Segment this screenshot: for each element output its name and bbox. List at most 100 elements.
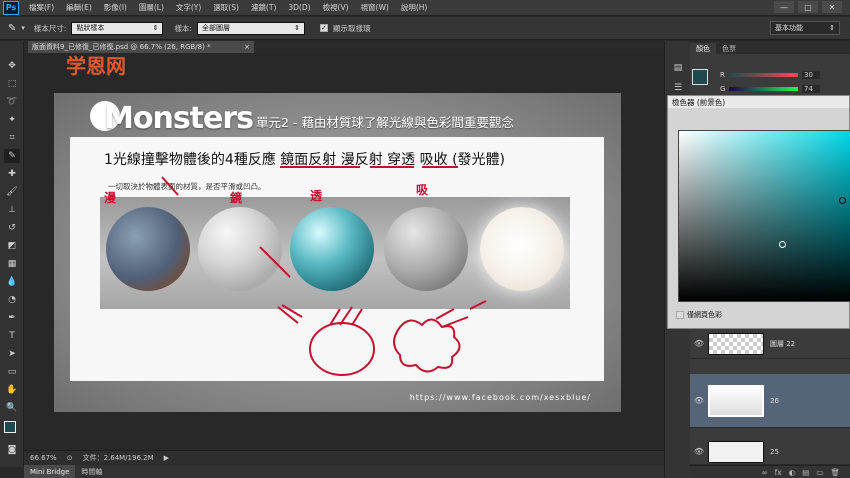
green-slider[interactable]: G 74 [720,85,820,93]
foreground-color-swatch[interactable] [4,421,16,433]
menu-help[interactable]: 說明(H) [395,2,434,13]
menu-type[interactable]: 文字(Y) [170,2,207,13]
workspace-select[interactable]: 基本功能 ⇕ [770,21,840,35]
menu-filter[interactable]: 濾鏡(T) [245,2,282,13]
tab-color[interactable]: 顏色 [690,43,716,54]
tab-swatches[interactable]: 色票 [716,43,742,54]
healing-brush-tool-icon[interactable]: ✚ [4,167,20,181]
close-icon[interactable]: × [244,43,250,51]
marquee-tool-icon[interactable]: ⬚ [4,77,20,91]
annotation-transmission: 透 [310,189,323,203]
eyedropper-tool-icon[interactable]: ✎ [4,149,20,163]
type-tool-icon[interactable]: T [4,329,20,343]
circle-annotation [309,322,375,376]
pen-tool-icon[interactable]: ✒ [4,311,20,325]
color-picker-dialog: 檢色器 (前景色) 僅網頁色彩 [667,95,850,329]
layer-row-selected[interactable]: 👁 26 [690,374,850,428]
menu-image[interactable]: 影像(I) [98,2,133,13]
new-group-icon[interactable]: ▤ [802,468,809,477]
eye-icon[interactable]: 👁 [690,447,708,456]
zoom-level[interactable]: 66.67% [30,454,57,462]
annotation-specular: 鏡 [230,191,243,205]
history-brush-tool-icon[interactable]: ↺ [4,221,20,235]
lesson-title: 單元2 - 藉由材質球了解光線與色彩間重要觀念 [256,115,514,130]
menu-window[interactable]: 視窗(W) [355,2,395,13]
menu-layer[interactable]: 圖層(L) [133,2,170,13]
menu-3d[interactable]: 3D(D) [282,3,316,12]
photoshop-window: Ps 檔案(F) 編輯(E) 影像(I) 圖層(L) 文字(Y) 選取(S) 濾… [0,0,850,478]
status-info-icon[interactable]: ⊙ [67,454,73,462]
layer-row[interactable]: 👁 25 [690,439,850,465]
only-web-colors-option[interactable]: 僅網頁色彩 [676,310,722,320]
clone-stamp-tool-icon[interactable]: ⊥ [4,203,20,217]
brush-tool-icon[interactable]: 🖌 [4,185,20,199]
color-field[interactable] [678,130,850,302]
gradient-tool-icon[interactable]: ▦ [4,257,20,271]
menu-edit[interactable]: 編輯(E) [60,2,98,13]
quick-mask-icon[interactable]: ◙ [4,443,20,457]
hue-slider-handle[interactable] [839,197,846,204]
file-size: 文件：2.64M/196.2M [82,454,154,462]
menu-select[interactable]: 選取(S) [207,2,245,13]
tool-preset-chevron-icon[interactable]: ▾ [21,24,25,32]
only-web-colors-checkbox[interactable] [676,311,684,319]
ps-logo-icon[interactable]: Ps [3,0,19,15]
dodge-tool-icon[interactable]: ◔ [4,293,20,307]
annotation-diffuse: 漫 [104,191,117,205]
zoom-tool-icon[interactable]: 🔍 [4,401,20,415]
red-value[interactable]: 30 [802,71,820,79]
sample-select[interactable]: 全部圖層 ⇕ [196,21,305,35]
eyedropper-icon[interactable]: ✎ [8,23,16,34]
history-panel-icon[interactable]: ▤ [670,61,686,75]
document-tab[interactable]: 版面資料9_已修復_已修復.psd @ 66.7% (26, RGB/8) * … [28,41,254,53]
tab-mini-bridge[interactable]: Mini Bridge [24,465,76,478]
menu-view[interactable]: 檢視(V) [317,2,355,13]
fx-icon[interactable]: fx [775,468,782,477]
green-value[interactable]: 74 [802,85,820,93]
chevron-down-icon: ⇕ [294,24,300,32]
new-layer-icon[interactable]: ▭ [816,468,823,477]
chevron-down-icon: ⇕ [829,24,835,32]
window-controls: — ▢ ✕ [774,1,842,13]
lasso-tool-icon[interactable]: ➰ [4,95,20,109]
color-field-cursor[interactable] [779,241,786,248]
layers-footer: ∞ fx ◐ ▤ ▭ 🗑 [690,465,850,478]
show-ring-label: 顯示取樣環 [332,23,371,33]
options-bar: ✎ ▾ 樣本尺寸: 點狀樣本 ⇕ 樣本: 全部圖層 ⇕ ✓ 顯示取樣環 基本功能 ⇕ [0,17,850,40]
magic-wand-tool-icon[interactable]: ✦ [4,113,20,127]
red-slider[interactable]: R 30 [720,71,820,79]
link-layers-icon[interactable]: ∞ [761,468,767,477]
tab-timeline[interactable]: 時間軸 [75,465,108,478]
arrow-annotation [259,246,291,278]
color-panel-tabs: 顏色 色票 [690,41,850,54]
layer-row[interactable]: 👁 圖層 22 [690,329,850,359]
status-menu-arrow-icon[interactable]: ▶ [164,454,169,462]
move-tool-icon[interactable]: ✥ [4,59,20,73]
maximize-button[interactable]: ▢ [798,1,818,13]
foreground-color-swatch[interactable] [692,69,708,85]
chevron-down-icon: ⇕ [152,24,159,32]
brand-logo: Monsters [104,101,254,136]
crop-tool-icon[interactable]: ⌗ [4,131,20,145]
bottom-panel-tabs: Mini Bridge 時間軸 [24,465,664,478]
path-selection-tool-icon[interactable]: ➤ [4,347,20,361]
delete-layer-icon[interactable]: 🗑 [830,468,840,477]
show-ring-checkbox[interactable]: ✓ [319,24,328,32]
burst-annotation [393,318,461,373]
eye-icon[interactable]: 👁 [690,339,708,348]
document-canvas[interactable]: Monsters 單元2 - 藉由材質球了解光線與色彩間重要觀念 1光線撞擊物體… [54,93,621,412]
shape-tool-icon[interactable]: ▭ [4,365,20,379]
minimize-button[interactable]: — [774,1,794,13]
blur-tool-icon[interactable]: 💧 [4,275,20,289]
properties-panel-icon[interactable]: ☰ [670,81,686,95]
hand-tool-icon[interactable]: ✋ [4,383,20,397]
sample-size-select[interactable]: 點狀樣本 ⇕ [71,21,164,35]
menu-file[interactable]: 檔案(F) [23,2,60,13]
eraser-tool-icon[interactable]: ◩ [4,239,20,253]
canvas-area[interactable]: Monsters 單元2 - 藉由材質球了解光線與色彩間重要觀念 1光線撞擊物體… [24,53,664,450]
close-button[interactable]: ✕ [822,1,842,13]
adjustment-layer-icon[interactable]: ◐ [789,468,796,477]
eye-icon[interactable]: 👁 [690,396,708,405]
color-picker-title: 檢色器 (前景色) [668,96,849,108]
menu-bar: Ps 檔案(F) 編輯(E) 影像(I) 圖層(L) 文字(Y) 選取(S) 濾… [0,0,850,16]
